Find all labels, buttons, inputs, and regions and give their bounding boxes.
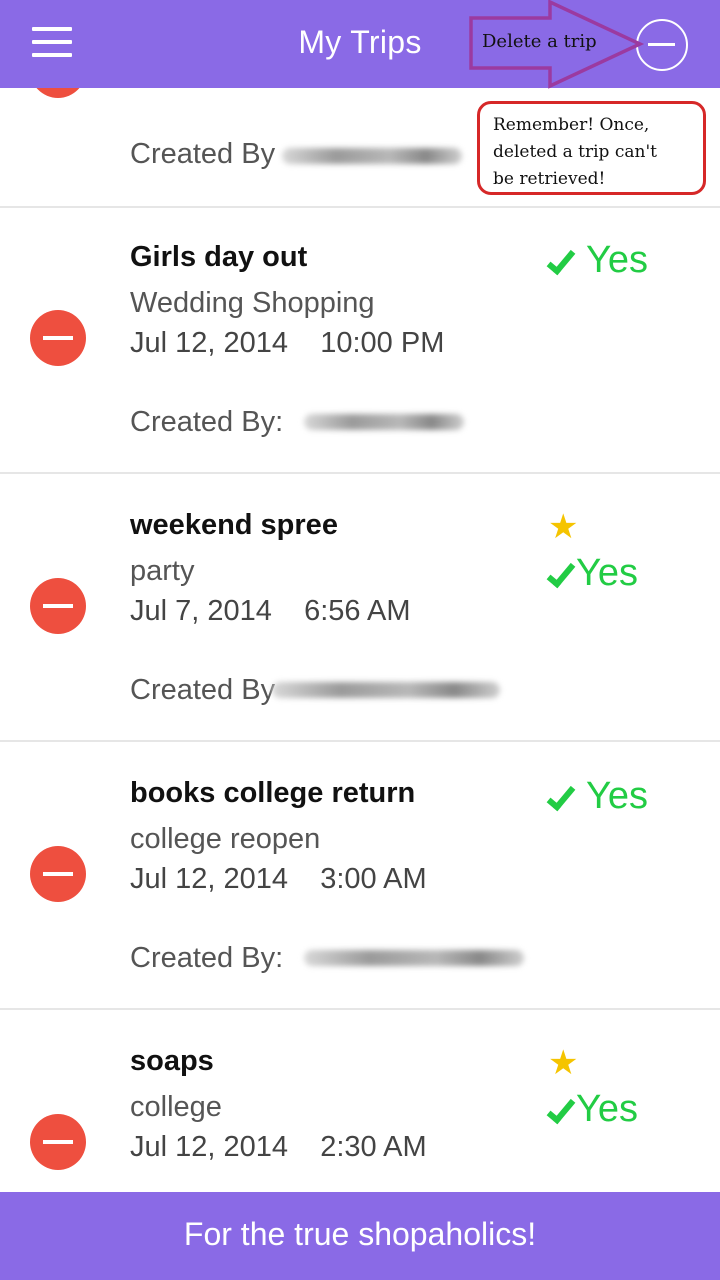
trip-name: weekend spree <box>130 509 338 541</box>
star-icon: ★ <box>548 1044 579 1082</box>
warning-callout: Remember! Once, deleted a trip can't be … <box>477 101 706 195</box>
trip-name: Girls day out <box>130 241 308 273</box>
trip-status: Yes <box>546 552 638 595</box>
trip-purpose: Wedding Shopping <box>130 287 375 319</box>
callout-line: Remember! Once, <box>493 115 650 135</box>
trip-date: Jul 12, 2014 3:00 AM <box>130 863 427 895</box>
footer-tagline: For the true shopaholics! <box>183 1216 537 1252</box>
created-by-label: Created By <box>130 674 276 706</box>
trip-name: books college return <box>130 777 416 809</box>
created-by-label: Created By <box>130 138 276 170</box>
created-by-name-redacted <box>304 414 464 430</box>
trip-status: Yes <box>546 1088 638 1131</box>
callout-line: deleted a trip can't <box>493 142 657 162</box>
trip-purpose: college reopen <box>130 823 321 855</box>
delete-trip-button[interactable] <box>30 310 86 366</box>
delete-trip-button[interactable] <box>30 1114 86 1170</box>
trip-date: Jul 12, 2014 2:30 AM <box>130 1131 427 1163</box>
trip-status-label: Yes <box>576 1088 638 1130</box>
trip-name: soaps <box>130 1045 214 1077</box>
created-by-name-redacted <box>304 950 524 966</box>
star-icon: ★ <box>548 508 579 546</box>
created-by-name-redacted <box>272 682 500 698</box>
trip-row[interactable]: weekend spree party Jul 7, 2014 6:56 AM … <box>0 476 720 742</box>
trip-date: Jul 7, 2014 6:56 AM <box>130 595 411 627</box>
trip-purpose: college <box>130 1091 222 1123</box>
check-icon <box>546 1093 576 1125</box>
trip-purpose: party <box>130 555 195 587</box>
created-by-label: Created By: <box>130 406 284 438</box>
trip-status: Yes <box>546 775 648 818</box>
delete-trip-button[interactable] <box>30 846 86 902</box>
annotation-arrow-label: Delete a trip <box>482 31 597 52</box>
callout-line: be retrieved! <box>493 169 606 189</box>
trip-status-label: Yes <box>576 552 638 594</box>
trip-status-label: Yes <box>586 775 648 817</box>
check-icon <box>546 557 576 589</box>
trip-row[interactable]: Girls day out Wedding Shopping Jul 12, 2… <box>0 208 720 474</box>
trip-status: Yes <box>546 239 648 282</box>
trip-date: Jul 12, 2014 10:00 PM <box>130 327 445 359</box>
trip-row[interactable]: books college return college reopen Jul … <box>0 744 720 1010</box>
trip-status-label: Yes <box>586 239 648 281</box>
created-by-name-redacted <box>282 148 462 164</box>
check-icon <box>546 244 576 276</box>
check-icon <box>546 780 576 812</box>
bottom-bar: For the true shopaholics! <box>0 1192 720 1280</box>
created-by-label: Created By: <box>130 942 284 974</box>
delete-trip-button[interactable] <box>30 578 86 634</box>
